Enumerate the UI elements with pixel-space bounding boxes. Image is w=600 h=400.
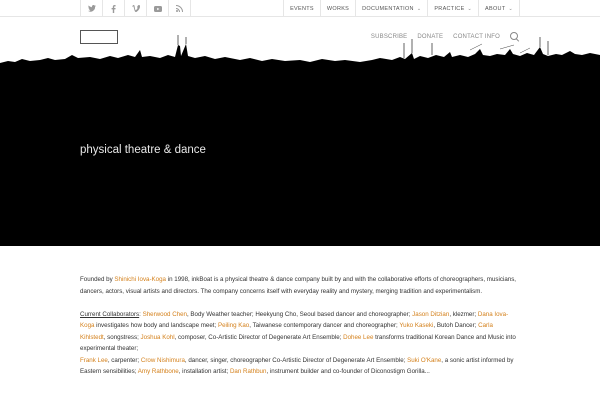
topnav-about-label: ABOUT	[485, 5, 506, 12]
collaborator-desc: , klezmer;	[449, 310, 478, 318]
hero-banner: physical theatre & dance	[0, 66, 600, 246]
collaborator-desc: , songstress;	[103, 333, 141, 341]
collaborator-desc: , composer, Co-Artistic Director of Dege…	[174, 333, 344, 341]
topnav-works-label: WORKS	[326, 5, 350, 12]
collaborator-desc: , Taiwanese contemporary dancer and chor…	[249, 322, 400, 329]
collaborator-link[interactable]: Joshua Kohl	[141, 334, 175, 341]
collaborator-desc: , Body Weather teacher; Heekyung Cho, Se…	[186, 310, 413, 318]
collaborator-link[interactable]: Sherwood Chen	[143, 311, 187, 318]
top-navigation: EVENTS WORKS DOCUMENTATION ⌄ PRACTICE ⌄ AB…	[283, 0, 520, 17]
collaborator-link[interactable]: Frank Lee	[80, 357, 108, 364]
collaborator-desc: , instrument builder and co-founder of D…	[266, 368, 430, 375]
youtube-icon[interactable]	[147, 0, 169, 17]
collaborator-link[interactable]: Crow Nishimura	[141, 357, 185, 364]
collaborator-desc: , dancer, singer, choreographer Co-Artis…	[184, 356, 408, 364]
facebook-icon[interactable]	[103, 0, 125, 17]
collaborator-desc: investigates how body and landscape meet…	[94, 322, 218, 329]
skyline-decoration	[0, 35, 600, 70]
collaborators-heading: Current Collaborators	[80, 310, 140, 318]
topnav-practice-label: PRACTICE	[434, 5, 465, 12]
hero-title: physical theatre & dance	[80, 144, 206, 156]
topnav-practice[interactable]: PRACTICE ⌄	[428, 0, 480, 17]
top-bar: EVENTS WORKS DOCUMENTATION ⌄ PRACTICE ⌄ AB…	[0, 0, 600, 17]
about-text: Founded by Shinichi Iova-Koga in 1998, i…	[80, 274, 520, 389]
topnav-documentation[interactable]: DOCUMENTATION ⌄	[356, 0, 429, 17]
intro-text-1: Founded by	[80, 276, 115, 283]
topnav-events-label: EVENTS	[290, 5, 314, 12]
chevron-down-icon: ⌄	[508, 5, 513, 12]
collaborator-desc: , installation artist;	[178, 368, 230, 375]
collaborator-link[interactable]: Peiling Kao	[218, 322, 249, 329]
collaborator-link[interactable]: Suki O'Kane	[407, 357, 441, 364]
vimeo-icon[interactable]	[125, 0, 147, 17]
collaborator-link[interactable]: Amy Rathbone	[138, 368, 179, 375]
intro-paragraph: Founded by Shinichi Iova-Koga in 1998, i…	[80, 274, 520, 297]
collaborator-desc: , Butoh Dancer;	[433, 322, 479, 329]
rss-icon[interactable]	[169, 0, 191, 17]
collaborator-link[interactable]: Dan Rathbun	[230, 368, 266, 375]
topnav-about[interactable]: ABOUT ⌄	[479, 0, 520, 17]
topnav-documentation-label: DOCUMENTATION	[362, 5, 414, 12]
collaborators-paragraph: Current Collaborators: Sherwood Chen, Bo…	[80, 310, 516, 376]
collaborator-link[interactable]: Yuko Kaseki	[399, 322, 433, 329]
collaborator-desc: , carpenter;	[107, 356, 141, 364]
social-links	[80, 0, 191, 17]
collaborator-link[interactable]: Dohee Lee	[343, 334, 373, 341]
topnav-works[interactable]: WORKS	[321, 0, 357, 17]
twitter-icon[interactable]	[81, 0, 103, 17]
collaborator-link[interactable]: Jason Ditzian	[412, 311, 449, 318]
chevron-down-icon: ⌄	[416, 5, 422, 12]
main-content: Founded by Shinichi Iova-Koga in 1998, i…	[0, 246, 600, 400]
founder-link[interactable]: Shinichi Iova-Koga	[114, 276, 166, 283]
chevron-down-icon: ⌄	[467, 5, 473, 12]
topnav-events[interactable]: EVENTS	[284, 0, 321, 17]
